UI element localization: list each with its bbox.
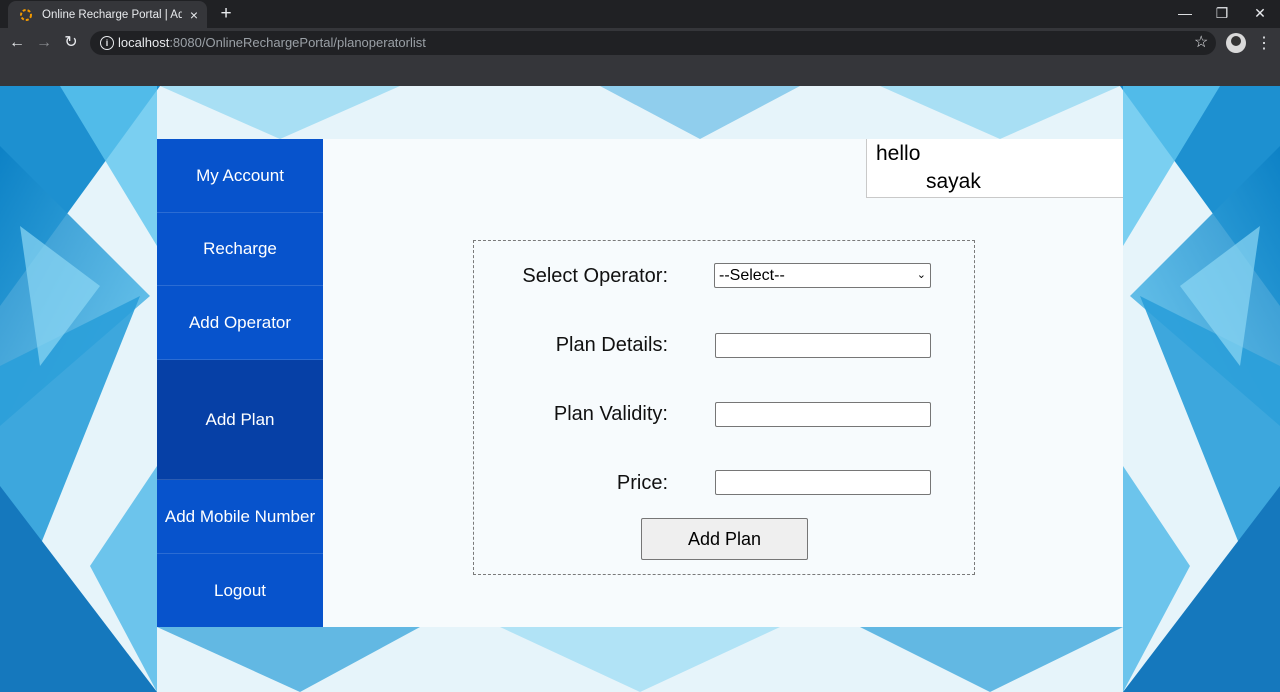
minimize-icon[interactable]: — bbox=[1170, 3, 1200, 23]
maximize-icon[interactable]: ❐ bbox=[1207, 3, 1237, 23]
price-input[interactable] bbox=[715, 470, 931, 495]
back-icon[interactable]: ← bbox=[6, 32, 28, 54]
sidebar-nav: My Account Recharge Add Operator Add Pla… bbox=[157, 139, 323, 627]
site-info-icon[interactable]: i bbox=[100, 36, 114, 50]
plan-details-input[interactable] bbox=[715, 333, 931, 358]
tab-close-icon[interactable]: × bbox=[186, 7, 202, 23]
url-text: localhost:8080/OnlineRechargePortal/plan… bbox=[118, 35, 426, 50]
url-host: localhost bbox=[118, 35, 170, 50]
browser-tab[interactable]: Online Recharge Portal | Add Plan × bbox=[8, 1, 207, 28]
page-viewport: My Account Recharge Add Operator Add Pla… bbox=[0, 86, 1280, 692]
loading-favicon-icon bbox=[18, 7, 34, 23]
greeting-username: sayak bbox=[926, 170, 981, 193]
sidebar-item-add-plan[interactable]: Add Plan bbox=[157, 360, 323, 480]
plan-validity-input[interactable] bbox=[715, 402, 931, 427]
browser-toolbar: ← → ↻ i localhost:8080/OnlineRechargePor… bbox=[0, 28, 1280, 58]
sidebar-item-add-mobile-number[interactable]: Add Mobile Number bbox=[157, 480, 323, 554]
plan-details-label: Plan Details: bbox=[555, 334, 668, 356]
add-plan-button[interactable]: Add Plan bbox=[641, 518, 808, 560]
forward-icon[interactable]: → bbox=[33, 32, 55, 54]
operator-select[interactable]: --Select-- ⌄ bbox=[714, 263, 931, 288]
plan-validity-label: Plan Validity: bbox=[553, 403, 668, 425]
main-panel: My Account Recharge Add Operator Add Pla… bbox=[157, 139, 1123, 627]
greeting-hello: hello bbox=[876, 142, 921, 165]
sidebar-item-logout[interactable]: Logout bbox=[157, 554, 323, 627]
user-greeting: hello sayak bbox=[866, 139, 1123, 198]
profile-avatar[interactable] bbox=[1226, 33, 1246, 53]
window-close-icon[interactable]: ✕ bbox=[1245, 3, 1275, 23]
reload-icon[interactable]: ↻ bbox=[60, 32, 82, 54]
chevron-down-icon: ⌄ bbox=[916, 269, 926, 281]
sidebar-item-recharge[interactable]: Recharge bbox=[157, 213, 323, 286]
price-label: Price: bbox=[616, 472, 668, 494]
operator-label: Select Operator: bbox=[522, 265, 668, 287]
add-plan-form: Select Operator: --Select-- ⌄ Plan Detai… bbox=[473, 240, 975, 575]
tab-title: Online Recharge Portal | Add Plan bbox=[42, 8, 182, 21]
sidebar-item-add-operator[interactable]: Add Operator bbox=[157, 286, 323, 360]
bookmark-star-icon[interactable]: ☆ bbox=[1194, 32, 1208, 52]
operator-selected-value: --Select-- bbox=[719, 267, 785, 284]
new-tab-button[interactable]: + bbox=[216, 4, 236, 24]
url-path: :8080/OnlineRechargePortal/planoperatorl… bbox=[169, 35, 426, 50]
address-bar[interactable]: i localhost:8080/OnlineRechargePortal/pl… bbox=[90, 31, 1216, 55]
sidebar-item-my-account[interactable]: My Account bbox=[157, 139, 323, 213]
browser-menu-icon[interactable]: ⋮ bbox=[1256, 33, 1272, 53]
browser-tab-strip: Online Recharge Portal | Add Plan × + — … bbox=[0, 0, 1280, 28]
browser-infobar-area bbox=[0, 58, 1280, 86]
